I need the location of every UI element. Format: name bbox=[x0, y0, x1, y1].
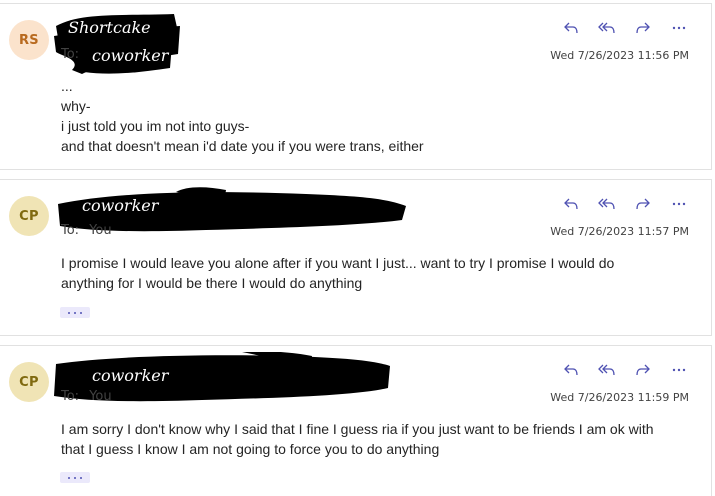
to-label: To: bbox=[61, 389, 80, 404]
message-body: ... why- i just told you im not into guy… bbox=[61, 76, 671, 156]
more-options-icon[interactable] bbox=[669, 360, 689, 380]
body-line: why- bbox=[61, 98, 91, 114]
redaction-handwriting: coworker bbox=[82, 196, 159, 215]
forward-icon[interactable] bbox=[633, 18, 653, 38]
show-more-button[interactable] bbox=[60, 307, 90, 318]
to-label: To: bbox=[61, 47, 80, 62]
more-options-icon[interactable] bbox=[669, 194, 689, 214]
avatar[interactable]: RS bbox=[9, 20, 49, 60]
body-line: and that doesn't mean i'd date you if yo… bbox=[61, 138, 424, 154]
to-label: To: bbox=[61, 223, 80, 238]
message-card[interactable]: CP coworker To: You Wed 7/26/2023 11:59 … bbox=[0, 345, 712, 496]
recipient-line: To: You bbox=[61, 389, 112, 404]
ellipsis-icon bbox=[68, 476, 82, 479]
reply-icon[interactable] bbox=[561, 194, 581, 214]
message-date: Wed 7/26/2023 11:56 PM bbox=[550, 49, 689, 62]
reply-icon[interactable] bbox=[561, 18, 581, 38]
body-text: I am sorry I don't know why I said that … bbox=[61, 421, 654, 457]
recipient-line: To: bbox=[61, 47, 85, 62]
message-actions bbox=[561, 18, 689, 38]
body-text: I promise I would leave you alone after … bbox=[61, 255, 615, 291]
sender-name-redacted: Shortcake coworker bbox=[52, 10, 182, 80]
show-more-button[interactable] bbox=[60, 472, 90, 483]
redaction-handwriting: coworker bbox=[92, 46, 169, 65]
message-date: Wed 7/26/2023 11:57 PM bbox=[550, 225, 689, 238]
reply-icon[interactable] bbox=[561, 360, 581, 380]
reply-all-icon[interactable] bbox=[597, 18, 617, 38]
forward-icon[interactable] bbox=[633, 194, 653, 214]
reply-all-icon[interactable] bbox=[597, 360, 617, 380]
message-card[interactable]: RS Shortcake coworker To: Wed 7/26/2023 … bbox=[0, 3, 712, 170]
forward-icon[interactable] bbox=[633, 360, 653, 380]
redaction-handwriting: coworker bbox=[92, 366, 169, 385]
more-options-icon[interactable] bbox=[669, 18, 689, 38]
message-card[interactable]: CP coworker To: You Wed 7/26/2023 11:57 … bbox=[0, 179, 712, 336]
body-line: i just told you im not into guys- bbox=[61, 118, 250, 134]
message-actions bbox=[561, 194, 689, 214]
avatar[interactable]: CP bbox=[9, 196, 49, 236]
message-date: Wed 7/26/2023 11:59 PM bbox=[550, 391, 689, 404]
ellipsis-icon bbox=[68, 311, 82, 314]
recipient-line: To: You bbox=[61, 223, 112, 238]
redaction-handwriting: Shortcake bbox=[68, 18, 151, 37]
body-line: ... bbox=[61, 78, 73, 94]
message-actions bbox=[561, 360, 689, 380]
reply-all-icon[interactable] bbox=[597, 194, 617, 214]
avatar[interactable]: CP bbox=[9, 362, 49, 402]
message-body: I promise I would leave you alone after … bbox=[61, 253, 671, 293]
recipient-name[interactable]: You bbox=[89, 223, 111, 238]
message-body: I am sorry I don't know why I said that … bbox=[61, 419, 671, 459]
recipient-name[interactable]: You bbox=[89, 389, 111, 404]
